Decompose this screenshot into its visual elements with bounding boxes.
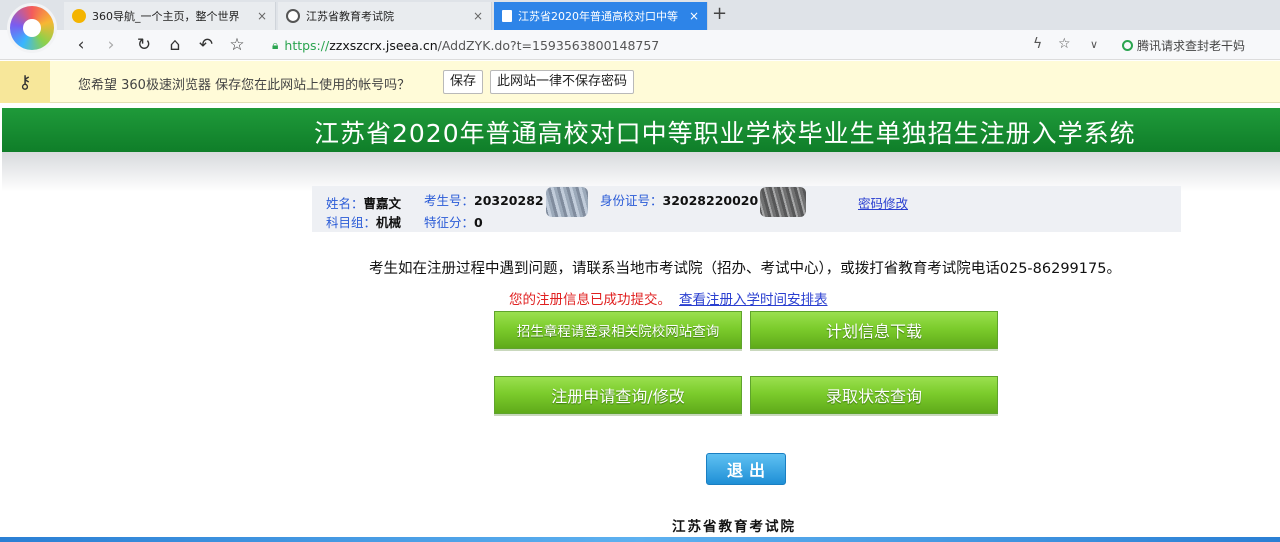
page-icon (502, 10, 512, 22)
close-icon[interactable]: × (257, 9, 267, 23)
tab-strip: 360导航_一个主页，整个世界 × 江苏省教育考试院 × 江苏省2020年普通高… (0, 0, 1280, 50)
subject-label: 科目组： (326, 215, 377, 230)
close-icon[interactable]: × (689, 9, 699, 23)
id-number-label: 身份证号： (600, 193, 663, 208)
footer-bar (0, 537, 1280, 542)
key-icon: ⚷ (0, 61, 50, 103)
tab-title: 江苏省教育考试院 (306, 10, 394, 23)
exam-no-value: 20320282 (474, 193, 544, 208)
plan-download-button[interactable]: 计划信息下载 (750, 311, 998, 349)
tab-title: 江苏省2020年普通高校对口中等 (518, 10, 678, 23)
logout-button[interactable]: 退出 (706, 453, 786, 485)
lightning-icon[interactable]: ϟ (1033, 36, 1042, 52)
url-path: /AddZYK.do?t=1593563800148757 (437, 37, 660, 53)
save-password-bar: ⚷ 您希望 360极速浏览器 保存您在此网站上使用的帐号吗？ 保存 此网站一律不… (0, 61, 1280, 103)
contact-notice: 考生如在注册过程中遇到问题，请联系当地市考试院（招办、考试中心），或拨打省教育考… (369, 261, 1121, 277)
address-bar[interactable]: 🔒︎ https:// zzxszcrx.jseea.cn /AddZYK.do… (272, 35, 659, 55)
tab-registration-system[interactable]: 江苏省2020年普通高校对口中等 × (494, 2, 708, 30)
jseea-icon (286, 9, 300, 23)
360-nav-icon (72, 9, 86, 23)
forward-icon[interactable]: › (100, 34, 122, 56)
change-password-link[interactable]: 密码修改 (858, 193, 908, 212)
browser-logo-icon[interactable] (10, 6, 54, 50)
subject-value: 机械 (376, 215, 402, 230)
bonus-field: 特征分：0 (424, 212, 483, 231)
admission-rules-button[interactable]: 招生章程请登录相关院校网站查询 (494, 311, 742, 349)
url-scheme: https:// (284, 37, 330, 53)
search-suggestion[interactable]: 腾讯请求查封老干妈 (1122, 37, 1245, 54)
url-host: zzxszcrx.jseea.cn (329, 37, 438, 53)
search-suggestion-text: 腾讯请求查封老干妈 (1137, 39, 1246, 53)
registration-query-button[interactable]: 注册申请查询/修改 (494, 376, 742, 414)
browser-toolbar: ‹ › ↻ ⌂ ↶ ☆ 🔒︎ https:// zzxszcrx.jseea.c… (0, 30, 1280, 60)
redaction-mosaic (545, 186, 588, 217)
tab-title: 360导航_一个主页，整个世界 (92, 10, 240, 23)
name-value: 曹嘉文 (363, 196, 402, 211)
search-icon (1122, 40, 1133, 51)
undo-icon[interactable]: ↶ (195, 34, 217, 56)
name-field: 姓名：曹嘉文 (326, 193, 401, 212)
new-tab-button[interactable]: + (712, 3, 727, 24)
bookmark-star-icon[interactable]: ☆ (1058, 36, 1071, 52)
redaction-mosaic (760, 186, 807, 217)
exam-no-label: 考生号： (424, 193, 475, 208)
candidate-info-panel: 姓名：曹嘉文 考生号：20320282 身份证号：32028220020 密码修… (312, 186, 1181, 232)
success-message: 您的注册信息已成功提交。 (509, 292, 671, 308)
site-header: 江苏省2020年普通高校对口中等职业学校毕业生单独招生注册入学系统 (2, 108, 1280, 152)
save-password-message: 您希望 360极速浏览器 保存您在此网站上使用的帐号吗？ (78, 78, 411, 93)
subject-field: 科目组：机械 (326, 212, 401, 231)
never-save-button[interactable]: 此网站一律不保存密码 (490, 70, 635, 94)
registration-status: 您的注册信息已成功提交。 查看注册入学时间安排表 (509, 288, 828, 308)
lock-icon: 🔒︎ (272, 37, 279, 52)
bonus-value: 0 (474, 215, 483, 230)
bonus-label: 特征分： (424, 215, 475, 230)
save-password-button[interactable]: 保存 (443, 70, 484, 94)
id-number-value: 32028220020 (662, 193, 759, 208)
name-label: 姓名： (326, 196, 364, 211)
chevron-down-icon[interactable]: ∨ (1090, 38, 1098, 51)
footer-organization: 江苏省教育考试院 (672, 519, 796, 535)
back-icon[interactable]: ‹ (70, 34, 92, 56)
schedule-link[interactable]: 查看注册入学时间安排表 (679, 292, 828, 308)
home-icon[interactable]: ⌂ (164, 34, 186, 56)
tab-jseea[interactable]: 江苏省教育考试院 × (278, 2, 492, 30)
tab-360-nav[interactable]: 360导航_一个主页，整个世界 × (64, 2, 276, 30)
id-number-field: 身份证号：32028220020 (600, 186, 807, 217)
close-icon[interactable]: × (473, 9, 483, 23)
reload-icon[interactable]: ↻ (133, 34, 155, 56)
admission-status-button[interactable]: 录取状态查询 (750, 376, 998, 414)
page-title: 江苏省2020年普通高校对口中等职业学校毕业生单独招生注册入学系统 (314, 119, 1136, 148)
star-icon[interactable]: ☆ (226, 34, 248, 56)
